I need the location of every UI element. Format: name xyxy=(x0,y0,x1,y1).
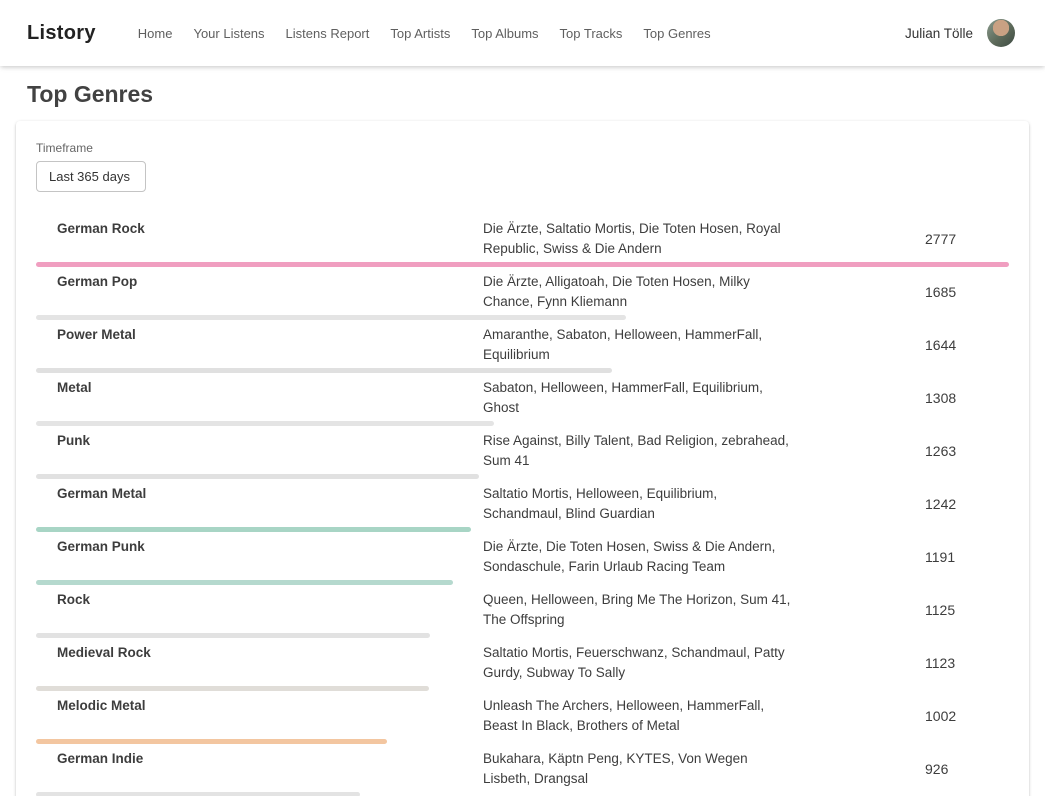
genre-count: 2777 xyxy=(925,231,1009,247)
genre-name: Melodic Metal xyxy=(36,696,483,736)
page-title: Top Genres xyxy=(27,81,1045,108)
genre-count: 1685 xyxy=(925,284,1009,300)
genre-count: 1125 xyxy=(925,602,1009,618)
genre-row: Medieval RockSaltatio Mortis, Feuerschwa… xyxy=(36,638,1009,691)
nav-link-listens-report[interactable]: Listens Report xyxy=(286,26,370,41)
genre-row: German PopDie Ärzte, Alligatoah, Die Tot… xyxy=(36,267,1009,320)
genre-name: German Pop xyxy=(36,272,483,312)
genre-artists: Amaranthe, Sabaton, Helloween, HammerFal… xyxy=(483,325,791,365)
genre-row: German RockDie Ärzte, Saltatio Mortis, D… xyxy=(36,214,1009,267)
genre-name: Medieval Rock xyxy=(36,643,483,683)
nav-link-top-tracks[interactable]: Top Tracks xyxy=(560,26,623,41)
genre-row: Melodic MetalUnleash The Archers, Hellow… xyxy=(36,691,1009,744)
genre-row: PunkRise Against, Billy Talent, Bad Reli… xyxy=(36,426,1009,479)
genre-count: 1263 xyxy=(925,443,1009,459)
genre-row: RockQueen, Helloween, Bring Me The Horiz… xyxy=(36,585,1009,638)
nav-link-home[interactable]: Home xyxy=(138,26,173,41)
timeframe-select[interactable]: Last 365 days xyxy=(36,161,146,192)
genre-artists: Sabaton, Helloween, HammerFall, Equilibr… xyxy=(483,378,791,418)
genre-artists: Unleash The Archers, Helloween, HammerFa… xyxy=(483,696,791,736)
genre-name: Metal xyxy=(36,378,483,418)
genre-artists: Die Ärzte, Saltatio Mortis, Die Toten Ho… xyxy=(483,219,791,259)
genre-count: 1242 xyxy=(925,496,1009,512)
genre-row: German IndieBukahara, Käptn Peng, KYTES,… xyxy=(36,744,1009,796)
timeframe-label: Timeframe xyxy=(36,141,1009,155)
genre-row: MetalSabaton, Helloween, HammerFall, Equ… xyxy=(36,373,1009,426)
genre-row: German MetalSaltatio Mortis, Helloween, … xyxy=(36,479,1009,532)
genre-row: Power MetalAmaranthe, Sabaton, Helloween… xyxy=(36,320,1009,373)
user-menu[interactable]: Julian Tölle xyxy=(905,19,1015,47)
top-nav: Listory Home Your Listens Listens Report To… xyxy=(0,0,1045,66)
genre-name: German Indie xyxy=(36,749,483,789)
main-content: Top Genres Timeframe Last 365 days Germa… xyxy=(0,81,1045,796)
nav-link-top-genres[interactable]: Top Genres xyxy=(643,26,710,41)
genre-bar xyxy=(36,792,360,796)
genre-artists: Queen, Helloween, Bring Me The Horizon, … xyxy=(483,590,791,630)
genre-count: 1123 xyxy=(925,655,1009,671)
nav-link-your-listens[interactable]: Your Listens xyxy=(193,26,264,41)
genre-count: 1308 xyxy=(925,390,1009,406)
genre-artists: Die Ärzte, Die Toten Hosen, Swiss & Die … xyxy=(483,537,791,577)
genre-artists: Die Ärzte, Alligatoah, Die Toten Hosen, … xyxy=(483,272,791,312)
genre-name: Punk xyxy=(36,431,483,471)
genre-name: Power Metal xyxy=(36,325,483,365)
nav-link-top-artists[interactable]: Top Artists xyxy=(390,26,450,41)
genre-name: German Punk xyxy=(36,537,483,577)
genre-row: German PunkDie Ärzte, Die Toten Hosen, S… xyxy=(36,532,1009,585)
user-name[interactable]: Julian Tölle xyxy=(905,26,973,41)
genre-count: 1644 xyxy=(925,337,1009,353)
genre-count: 1002 xyxy=(925,708,1009,724)
genre-artists: Saltatio Mortis, Feuerschwanz, Schandmau… xyxy=(483,643,791,683)
top-genres-card: Timeframe Last 365 days German RockDie Ä… xyxy=(16,121,1029,796)
genres-table: German RockDie Ärzte, Saltatio Mortis, D… xyxy=(36,214,1009,796)
genre-count: 926 xyxy=(925,761,1009,777)
genre-name: German Metal xyxy=(36,484,483,524)
timeframe-control: Timeframe Last 365 days xyxy=(36,141,1009,192)
genre-artists: Bukahara, Käptn Peng, KYTES, Von Wegen L… xyxy=(483,749,791,789)
genre-artists: Rise Against, Billy Talent, Bad Religion… xyxy=(483,431,791,471)
avatar[interactable] xyxy=(987,19,1015,47)
genre-name: German Rock xyxy=(36,219,483,259)
main-nav: Home Your Listens Listens Report Top Artist… xyxy=(138,26,905,41)
genre-name: Rock xyxy=(36,590,483,630)
genre-artists: Saltatio Mortis, Helloween, Equilibrium,… xyxy=(483,484,791,524)
app-logo[interactable]: Listory xyxy=(27,22,96,45)
nav-link-top-albums[interactable]: Top Albums xyxy=(471,26,538,41)
genre-count: 1191 xyxy=(925,549,1009,565)
